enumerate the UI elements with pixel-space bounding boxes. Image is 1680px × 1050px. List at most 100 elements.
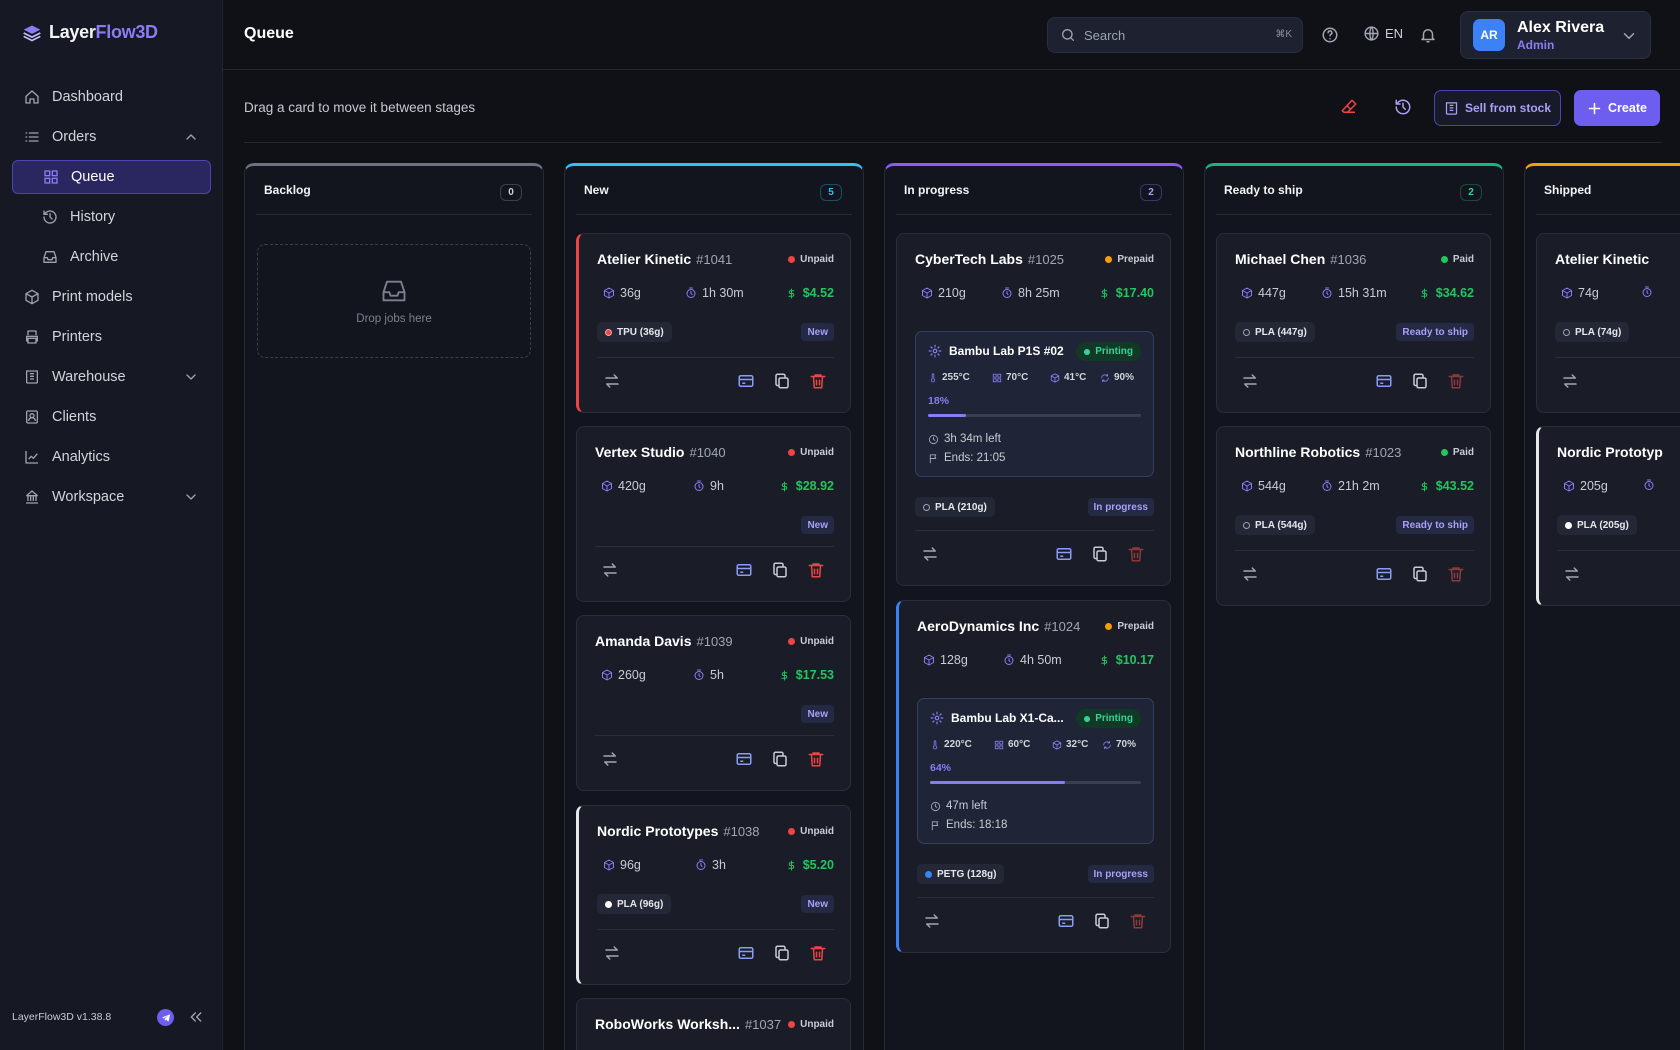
search-input[interactable]: Search ⌘K [1047, 17, 1303, 53]
delete-icon[interactable] [1127, 545, 1145, 563]
move-icon[interactable] [1561, 372, 1579, 390]
printer-name: Bambu Lab P1S #02 [928, 344, 1064, 358]
avatar: AR [1473, 19, 1505, 51]
order-card[interactable]: AeroDynamics Inc #1024 Prepaid 128g 4h 50… [896, 600, 1171, 953]
delete-icon[interactable] [807, 561, 825, 579]
clock-icon [930, 801, 941, 812]
contacts-icon [26, 410, 38, 424]
duplicate-icon[interactable] [773, 944, 791, 962]
timer-icon [695, 859, 707, 871]
card-title: Atelier Kinetic #1041 [597, 251, 733, 267]
collapse-sidebar-icon[interactable] [188, 1009, 204, 1025]
nav-dashboard[interactable]: Dashboard [12, 80, 211, 114]
payment-icon[interactable] [1375, 372, 1393, 390]
nav-orders[interactable]: Orders [12, 120, 211, 154]
nav-warehouse[interactable]: Warehouse [12, 360, 211, 394]
create-button[interactable]: Create [1574, 90, 1660, 126]
nav-label: Queue [71, 169, 115, 185]
duplicate-icon[interactable] [771, 561, 789, 579]
timer-icon [1321, 480, 1333, 492]
sell-from-stock-button[interactable]: Sell from stock [1434, 90, 1561, 126]
column-count: 2 [1140, 184, 1162, 201]
chevron-down-icon[interactable] [183, 369, 199, 385]
bell-icon[interactable] [1419, 26, 1437, 44]
payment-icon[interactable] [735, 750, 753, 768]
order-card[interactable]: Atelier Kinetic #1041 Unpaid 36g 1h 30m $… [576, 233, 851, 413]
eraser-icon[interactable] [1340, 98, 1358, 116]
delete-icon[interactable] [809, 944, 827, 962]
order-card[interactable]: Amanda Davis #1039 Unpaid 260g 5h $17.53 … [576, 615, 851, 791]
printer-status-panel[interactable]: Bambu Lab X1-Ca... Printing 220°C 60°C 3… [917, 698, 1154, 844]
order-card[interactable]: Nordic Prototyp 205g PLA (205g) [1536, 426, 1680, 606]
chevron-up-icon[interactable] [183, 129, 199, 145]
board-toolbar: Drag a card to move it between stages Se… [244, 70, 1662, 143]
card-title: Nordic Prototypes #1038 [597, 823, 760, 839]
help-icon[interactable] [1321, 26, 1339, 44]
delete-icon[interactable] [807, 750, 825, 768]
column-header: Ready to ship 2 [1216, 166, 1492, 215]
order-card[interactable]: Nordic Prototypes #1038 Unpaid 96g 3h $5.… [576, 805, 851, 985]
order-card[interactable]: Michael Chen #1036 Paid 447g 15h 31m $34.… [1216, 233, 1491, 413]
payment-icon[interactable] [737, 944, 755, 962]
nav-printers[interactable]: Printers [12, 320, 211, 354]
chevron-down-icon[interactable] [183, 489, 199, 505]
delete-icon[interactable] [1129, 912, 1147, 930]
move-icon[interactable] [921, 545, 939, 563]
drop-zone[interactable]: Drop jobs here [257, 244, 531, 358]
payment-icon[interactable] [1375, 565, 1393, 583]
move-icon[interactable] [1241, 565, 1259, 583]
nav-print-models[interactable]: Print models [12, 280, 211, 314]
order-card[interactable]: CyberTech Labs #1025 Prepaid 210g 8h 25m … [896, 233, 1171, 586]
material-chip: TPU (36g) [597, 322, 672, 342]
move-icon[interactable] [601, 750, 619, 768]
duplicate-icon[interactable] [1411, 565, 1429, 583]
order-card[interactable]: Vertex Studio #1040 Unpaid 420g 9h $28.92… [576, 426, 851, 602]
duplicate-icon[interactable] [1093, 912, 1111, 930]
history-icon[interactable] [1394, 98, 1412, 116]
column-backlog: Backlog 0 Drop jobs here [244, 163, 544, 1050]
delete-icon[interactable] [809, 372, 827, 390]
language-label: EN [1385, 26, 1404, 41]
delete-icon[interactable] [1447, 372, 1465, 390]
order-card[interactable]: Atelier Kinetic 74g PLA (74g) [1536, 233, 1680, 413]
chevron-down-icon [1620, 27, 1638, 45]
stage-badge: Ready to ship [1396, 516, 1474, 534]
nav-archive[interactable]: Archive [12, 240, 211, 274]
payment-icon[interactable] [1057, 912, 1075, 930]
nav-clients[interactable]: Clients [12, 400, 211, 434]
printer-status-panel[interactable]: Bambu Lab P1S #02 Printing 255°C 70°C 41… [915, 331, 1154, 477]
telegram-icon[interactable] [157, 1009, 174, 1026]
cube-icon [24, 289, 40, 305]
delete-icon[interactable] [1447, 565, 1465, 583]
payment-icon[interactable] [737, 372, 755, 390]
move-icon[interactable] [923, 912, 941, 930]
weight-icon [1241, 287, 1253, 299]
move-icon[interactable] [601, 561, 619, 579]
duplicate-icon[interactable] [771, 750, 789, 768]
duplicate-icon[interactable] [1091, 545, 1109, 563]
payment-icon[interactable] [1055, 545, 1073, 563]
card-stats: 544g 21h 2m $43.52 [1241, 479, 1474, 495]
card-title: Michael Chen #1036 [1235, 251, 1367, 267]
nav-queue[interactable]: Queue [12, 160, 211, 194]
card-title: Vertex Studio #1040 [595, 444, 726, 460]
order-card[interactable]: Northline Robotics #1023 Paid 544g 21h 2m… [1216, 426, 1491, 606]
search-icon [1062, 29, 1074, 41]
order-card[interactable]: RoboWorks Worksh... #1037 Unpaid [576, 998, 851, 1050]
user-menu[interactable]: AR Alex Rivera Admin [1460, 11, 1651, 59]
nav-history[interactable]: History [12, 200, 211, 234]
move-icon[interactable] [1241, 372, 1259, 390]
move-icon[interactable] [603, 372, 621, 390]
payment-icon[interactable] [735, 561, 753, 579]
move-icon[interactable] [1563, 565, 1581, 583]
nav-workspace[interactable]: Workspace [12, 480, 211, 514]
inbox-icon [382, 280, 406, 302]
duplicate-icon[interactable] [1411, 372, 1429, 390]
clock-icon [928, 434, 939, 445]
move-icon[interactable] [603, 944, 621, 962]
duplicate-icon[interactable] [773, 372, 791, 390]
nav-analytics[interactable]: Analytics [12, 440, 211, 474]
language-selector[interactable]: EN [1363, 25, 1403, 42]
app-logo[interactable]: LayerFlow3D [22, 22, 158, 43]
column-shipped: Shipped Atelier Kinetic 74g PLA (74g) No… [1524, 163, 1680, 1050]
